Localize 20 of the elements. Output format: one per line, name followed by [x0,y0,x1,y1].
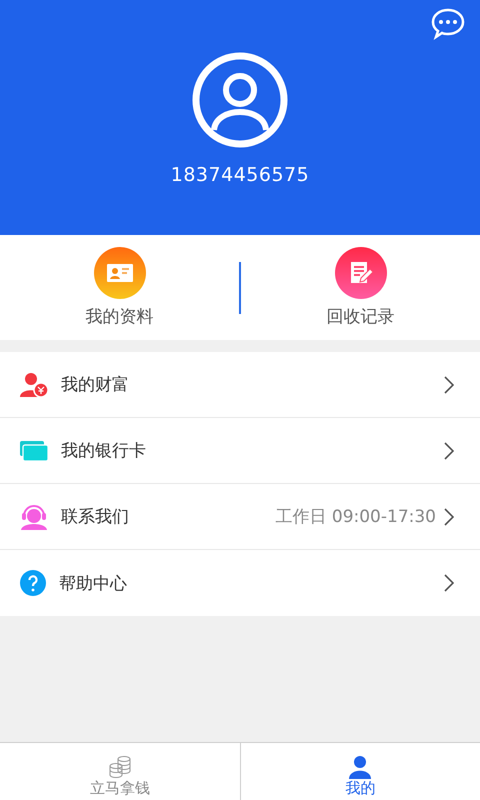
working-hours: 工作日 09:00-17:30 [275,506,436,528]
id-card-icon [94,247,146,299]
cards-icon [20,440,48,460]
avatar-icon[interactable] [192,52,288,148]
menu-label: 联系我们 [61,506,130,528]
help-icon [20,570,46,596]
menu-label: 我的财富 [61,374,130,396]
chevron-right-icon [444,376,454,394]
chevron-right-icon [444,508,454,526]
user-icon [348,755,372,779]
note-edit-icon [334,247,386,299]
coins-icon [108,755,132,779]
chevron-right-icon [444,442,454,460]
phone-number: 18374456575 [170,164,310,186]
headset-person-icon [20,504,48,530]
chevron-right-icon [444,574,454,592]
chat-button[interactable] [430,6,466,42]
menu-label: 帮助中心 [59,572,128,594]
person-coin-icon [20,372,48,396]
menu-label: 我的银行卡 [61,440,147,462]
